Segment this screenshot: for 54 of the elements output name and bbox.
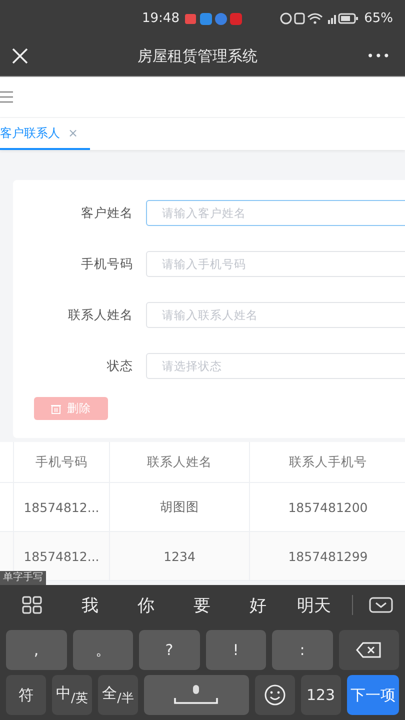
- status-time: 19:48: [142, 10, 180, 26]
- table-cell-text: 1857481200: [287, 498, 369, 516]
- candidate-word[interactable]: 我: [62, 594, 118, 616]
- grid-icon[interactable]: [22, 596, 42, 614]
- hide-keyboard-icon[interactable]: [369, 597, 393, 613]
- candidate-word[interactable]: 要: [174, 594, 230, 616]
- field-label: 手机号码: [80, 256, 134, 272]
- backspace-icon: [356, 642, 382, 658]
- table-cell-text: 1857481299: [287, 548, 369, 566]
- keyboard-key[interactable]: 中$_{/英}$: [52, 675, 92, 715]
- candidate-word[interactable]: 明天: [286, 594, 342, 616]
- menu-icon[interactable]: [0, 91, 13, 103]
- app-notification-icon: [230, 12, 242, 24]
- keyboard-key[interactable]: ,: [6, 630, 66, 670]
- next-key[interactable]: 下一项: [346, 675, 399, 715]
- field-label: 客户姓名: [80, 204, 134, 222]
- table-cell: 胡图图: [110, 483, 250, 531]
- app-notification-icon: [215, 12, 228, 24]
- field-label: 状态: [106, 358, 134, 374]
- column-header: 手机号码: [14, 442, 110, 482]
- column-header: 联系人姓名: [110, 442, 250, 482]
- app-notification-icon: [200, 12, 212, 24]
- candidate-word[interactable]: 好: [230, 594, 286, 616]
- close-icon[interactable]: [12, 48, 28, 64]
- app-notification-icon: [185, 14, 196, 24]
- keyboard-key[interactable]: ?: [139, 630, 200, 670]
- keyboard-key[interactable]: 全$_{/半}$: [98, 675, 138, 715]
- backspace-key[interactable]: [338, 630, 399, 670]
- keyboard-key[interactable]: 。: [72, 630, 133, 670]
- input-field[interactable]: 请输入手机号码: [146, 251, 405, 277]
- keyboard-key[interactable]: :: [272, 630, 332, 670]
- field-label: 联系人姓名: [67, 306, 134, 324]
- input-field[interactable]: 请输入联系人姓名: [146, 302, 405, 328]
- wifi-icon: [307, 12, 323, 24]
- keyboard-key[interactable]: 123: [300, 675, 341, 715]
- input-field[interactable]: 请输入客户姓名: [146, 200, 405, 226]
- trash-icon: [51, 404, 61, 414]
- table-cell: 18574812...: [14, 483, 110, 531]
- smiley-icon: [264, 684, 286, 706]
- input-field[interactable]: 请选择状态: [146, 353, 405, 379]
- app-title: 房屋租赁管理系统: [136, 46, 258, 66]
- battery-level: 65%: [364, 10, 393, 26]
- keyboard-key[interactable]: 符: [6, 675, 46, 715]
- candidate-word[interactable]: 你: [118, 594, 174, 616]
- input-mode-tag[interactable]: 单字手写: [0, 571, 46, 585]
- space-key[interactable]: [144, 675, 249, 715]
- more-button[interactable]: •••: [366, 49, 391, 63]
- keyboard-key[interactable]: !: [206, 630, 266, 670]
- microphone-space-icon: [173, 685, 220, 705]
- signal-icon: [328, 14, 336, 24]
- column-header: 联系人手机号: [288, 452, 368, 470]
- emoji-key[interactable]: [254, 675, 295, 715]
- battery-icon: [338, 12, 358, 24]
- table-cell: 1234: [110, 532, 250, 580]
